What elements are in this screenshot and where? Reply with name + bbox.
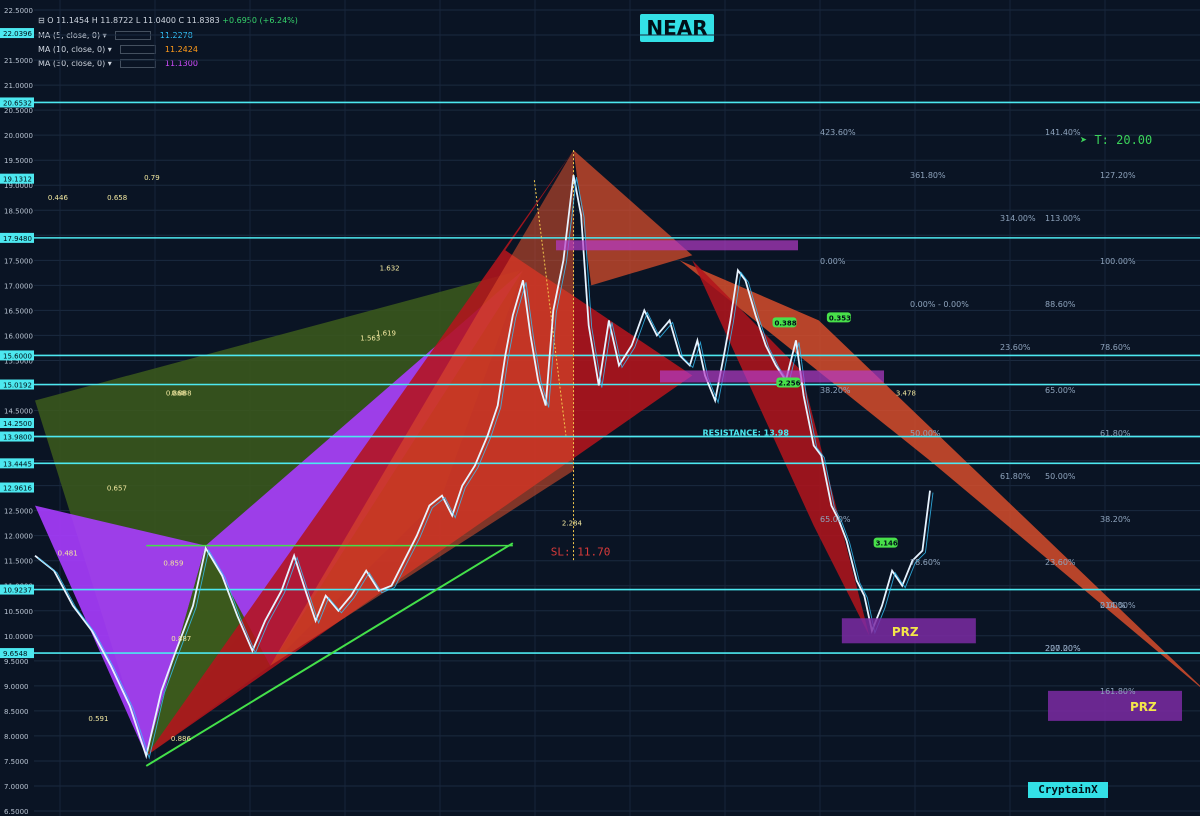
fib-label: 88.60% — [1045, 300, 1076, 309]
y-highlight-label: 20.6532 — [3, 99, 32, 107]
y-highlight-label: 12.9616 — [3, 485, 32, 493]
pattern-orange-top — [573, 150, 693, 286]
prz-label: PRZ — [892, 625, 919, 639]
stop-loss-annotation: SL: 11.70 — [551, 546, 611, 559]
watermark: CryptainX — [1028, 782, 1108, 798]
fib-label: 61.80% — [1100, 429, 1131, 438]
ratio-label: 0.658 — [107, 194, 127, 202]
y-highlight-label: 22.0396 — [3, 30, 32, 38]
ratio-label: 0.886 — [171, 735, 192, 743]
ratio-badge-label: 2.256 — [778, 379, 800, 387]
y-tick-label: 20.0000 — [4, 132, 33, 140]
fib-label: 0.00% - 0.00% — [910, 300, 969, 309]
target-annotation: ➤ T: 20.00 — [1080, 133, 1152, 147]
y-tick-label: 7.0000 — [4, 783, 29, 791]
ratio-label: 0.859 — [163, 560, 183, 568]
y-tick-label: 16.0000 — [4, 332, 33, 340]
fib-label: 50.00% — [910, 429, 941, 438]
ratio-label: 1.632 — [380, 264, 400, 272]
fib-label: 100.00% — [1100, 257, 1136, 266]
ratio-label: 0.481 — [58, 550, 78, 558]
y-tick-label: 8.0000 — [4, 733, 29, 741]
fib-label: 38.20% — [1100, 515, 1131, 524]
ratio-badge-label: 0.353 — [829, 314, 851, 322]
y-highlight-label: 15.0192 — [3, 382, 32, 390]
fib-label: 50.00% — [1045, 472, 1076, 481]
y-tick-label: 21.5000 — [4, 57, 33, 65]
y-tick-label: 12.5000 — [4, 508, 33, 516]
ratio-badge-label: 0.388 — [775, 319, 797, 327]
y-tick-label: 10.5000 — [4, 608, 33, 616]
resistance-annotation: RESISTANCE: 13.98 — [702, 429, 789, 438]
y-tick-label: 14.5000 — [4, 408, 33, 416]
ratio-label: 3.478 — [896, 389, 916, 397]
y-tick-label: 8.5000 — [4, 708, 29, 716]
fib-label: 61.80% — [1000, 472, 1031, 481]
y-tick-label: 17.0000 — [4, 282, 33, 290]
ratio-label: 1.563 — [360, 334, 380, 342]
y-tick-label: 22.5000 — [4, 7, 33, 15]
y-highlight-label: 9.6548 — [3, 650, 28, 658]
y-tick-label: 16.5000 — [4, 307, 33, 315]
fib-label: 423.60% — [820, 128, 856, 137]
fib-label: 38.20% — [820, 386, 851, 395]
y-tick-label: 21.0000 — [4, 82, 33, 90]
fib-label: 113.00% — [1045, 214, 1081, 223]
ratio-label: 0.446 — [48, 194, 69, 202]
fib-label: 23.60% — [1000, 343, 1031, 352]
supply-zone-2 — [660, 370, 884, 383]
fib-label: 0.00% — [1100, 601, 1126, 610]
price-chart[interactable]: 22.500022.000021.500021.000020.500020.00… — [0, 0, 1200, 816]
fib-label: 0.00% — [820, 257, 846, 266]
fib-label: 78.60% — [910, 558, 941, 567]
ratio-label: 0.657 — [107, 485, 127, 493]
y-tick-label: 12.0000 — [4, 533, 33, 541]
ratio-label: 0.888 — [171, 389, 191, 397]
ratio-label: 0.887 — [171, 635, 191, 643]
fib-label: 161.80% — [1100, 687, 1136, 696]
y-highlight-label: 17.9480 — [3, 235, 32, 243]
y-tick-label: 18.5000 — [4, 207, 33, 215]
y-highlight-label: 14.2500 — [3, 420, 32, 428]
ratio-label: 0.79 — [144, 174, 160, 182]
fib-label: 65.00% — [1045, 386, 1076, 395]
fib-label: 127.20% — [1100, 171, 1136, 180]
y-tick-label: 11.5000 — [4, 558, 33, 566]
y-tick-label: 9.0000 — [4, 683, 29, 691]
y-tick-label: 20.5000 — [4, 107, 33, 115]
y-tick-label: 10.0000 — [4, 633, 33, 641]
ratio-badge-label: 3.146 — [876, 540, 898, 548]
fib-label: 314.00% — [1000, 214, 1036, 223]
fib-label: 227.20% — [1045, 644, 1081, 653]
y-tick-label: 19.5000 — [4, 157, 33, 165]
y-tick-label: 17.5000 — [4, 257, 33, 265]
y-highlight-label: 19.1312 — [3, 176, 32, 184]
fib-label: 65.00% — [820, 515, 851, 524]
fib-label: 23.60% — [1045, 558, 1076, 567]
ratio-label: 0.591 — [88, 715, 108, 723]
fib-label: 141.40% — [1045, 128, 1081, 137]
y-tick-label: 6.5000 — [4, 808, 29, 816]
y-tick-label: 7.5000 — [4, 758, 29, 766]
ratio-label: 2.284 — [562, 520, 583, 528]
supply-zone — [556, 240, 798, 251]
y-highlight-label: 13.4445 — [3, 460, 32, 468]
prz-label-2: PRZ — [1130, 700, 1157, 714]
y-highlight-label: 10.9237 — [3, 587, 32, 595]
y-tick-label: 9.5000 — [4, 658, 29, 666]
fib-label: 361.80% — [910, 171, 946, 180]
y-highlight-label: 13.9800 — [3, 434, 32, 442]
y-highlight-label: 15.6000 — [3, 352, 32, 360]
fib-label: 78.60% — [1100, 343, 1131, 352]
